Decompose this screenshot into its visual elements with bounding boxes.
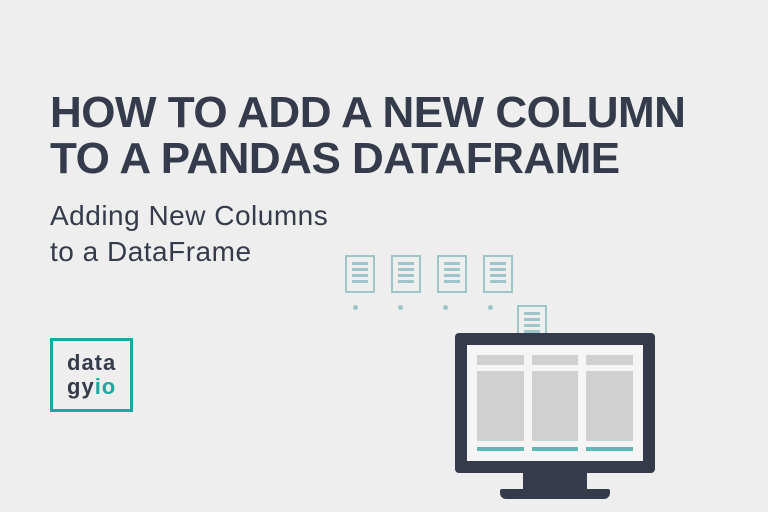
dots-icon	[353, 305, 493, 310]
monitor-base	[500, 489, 610, 499]
subtitle-line-1: Adding New Columns	[50, 198, 328, 234]
column-icon	[532, 355, 579, 451]
logo-line-2: gyio	[67, 375, 116, 399]
title-line-2: TO A PANDAS DATAFRAME	[50, 136, 685, 182]
page-subtitle: Adding New Columns to a DataFrame	[50, 198, 328, 271]
document-icon	[391, 255, 421, 293]
datagy-logo: data gyio	[50, 338, 133, 412]
document-icon	[345, 255, 375, 293]
logo-line-1: data	[67, 351, 116, 375]
monitor-stand	[523, 473, 587, 489]
column-icon	[477, 355, 524, 451]
illustration	[345, 255, 745, 495]
document-icon	[437, 255, 467, 293]
title-line-1: HOW TO ADD A NEW COLUMN	[50, 90, 685, 136]
document-icon	[483, 255, 513, 293]
monitor-screen-frame	[455, 333, 655, 473]
column-icon	[586, 355, 633, 451]
page-title: HOW TO ADD A NEW COLUMN TO A PANDAS DATA…	[50, 90, 685, 182]
subtitle-line-2: to a DataFrame	[50, 234, 328, 270]
monitor-screen	[467, 345, 643, 461]
monitor-icon	[455, 333, 655, 499]
